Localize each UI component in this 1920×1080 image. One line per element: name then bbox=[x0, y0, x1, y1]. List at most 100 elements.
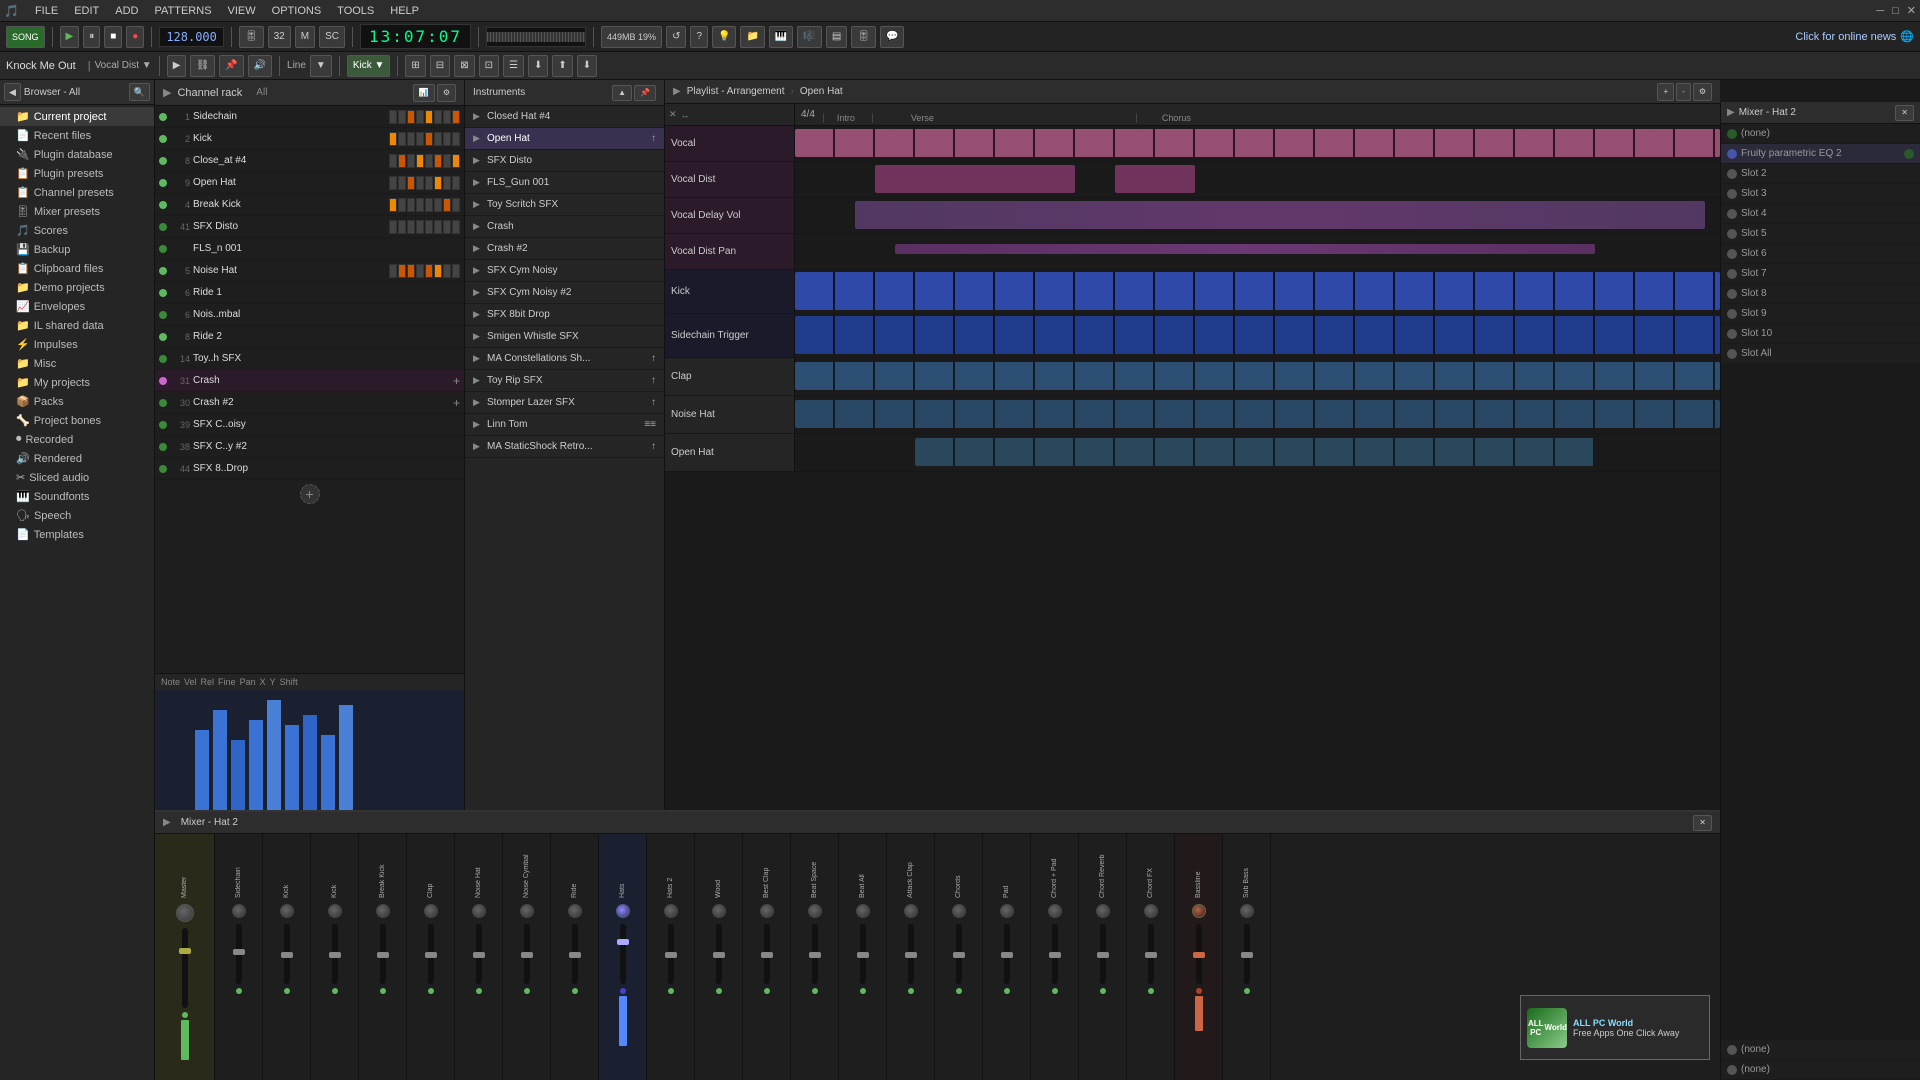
rp-slot-10[interactable]: Slot 10 bbox=[1721, 324, 1920, 344]
tool2-button[interactable]: ⛓ bbox=[190, 55, 215, 77]
hints-button[interactable]: 💡 bbox=[712, 26, 736, 48]
tool1-button[interactable]: ▶ bbox=[167, 55, 187, 77]
mix-channel-sidechain[interactable]: Sidechain bbox=[215, 834, 263, 1080]
rp-slot-eq[interactable]: Fruity parametric EQ 2 bbox=[1721, 144, 1920, 164]
line-dropdown[interactable]: ▼ bbox=[310, 55, 332, 77]
channel-row-17[interactable]: 44 SFX 8..Drop bbox=[155, 458, 464, 480]
channel-row-3[interactable]: 8 Close_at #4 bbox=[155, 150, 464, 172]
track-content-sidechain[interactable] bbox=[795, 314, 1720, 357]
mix-knob-14[interactable] bbox=[856, 904, 870, 918]
minimize-button[interactable]: ─ bbox=[1876, 5, 1884, 17]
mix-channel-wood[interactable]: Wood bbox=[695, 834, 743, 1080]
mix-channel-hats2[interactable]: Hats 2 bbox=[647, 834, 695, 1080]
mix-channel-beat-space[interactable]: Beat Space bbox=[791, 834, 839, 1080]
expand-icon[interactable]: ▶ bbox=[163, 86, 171, 99]
mixer-button[interactable]: 🎚 bbox=[239, 26, 264, 48]
inst-collapse[interactable]: ▲ bbox=[612, 85, 632, 101]
mix-knob-9[interactable] bbox=[616, 904, 630, 918]
inst-item-stomper[interactable]: ▶ Stomper Lazer SFX ↑ bbox=[465, 392, 664, 414]
mix-knob-6[interactable] bbox=[472, 904, 486, 918]
inst-item-closed-hat[interactable]: ▶ Closed Hat #4 bbox=[465, 106, 664, 128]
mix-knob-3[interactable] bbox=[328, 904, 342, 918]
inst-item-ma-const[interactable]: ▶ MA Constellations Sh... ↑ bbox=[465, 348, 664, 370]
tool4-button[interactable]: 🔊 bbox=[248, 55, 272, 77]
mix-knob-2[interactable] bbox=[280, 904, 294, 918]
mix-fader-21[interactable] bbox=[1196, 924, 1202, 984]
channel-row-7[interactable]: FLS_n 001 bbox=[155, 238, 464, 260]
mixer-expand[interactable]: ▶ bbox=[163, 817, 171, 828]
rp-close[interactable]: ✕ bbox=[1895, 105, 1914, 121]
mix-channel-noise-cymbal[interactable]: Noise Cymbal bbox=[503, 834, 551, 1080]
rp-slot-8[interactable]: Slot 8 bbox=[1721, 284, 1920, 304]
mix-knob-1[interactable] bbox=[232, 904, 246, 918]
sidebar-item-recent-files[interactable]: 📄 Recent files bbox=[0, 126, 154, 145]
mix-knob-5[interactable] bbox=[424, 904, 438, 918]
mix-knob-18[interactable] bbox=[1048, 904, 1062, 918]
mix-fader-16[interactable] bbox=[956, 924, 962, 984]
sidebar-item-my-projects[interactable]: 📁 My projects bbox=[0, 373, 154, 392]
inst-item-crash[interactable]: ▶ Crash bbox=[465, 216, 664, 238]
track-content-vocal-dist[interactable] bbox=[795, 162, 1720, 197]
channel-row-1[interactable]: 1 Sidechain bbox=[155, 106, 464, 128]
menu-add[interactable]: ADD bbox=[111, 3, 142, 19]
play-button[interactable]: ▶ bbox=[60, 26, 80, 48]
mix-channel-hats[interactable]: Hats bbox=[599, 834, 647, 1080]
inst-item-sfx-cym[interactable]: ▶ SFX Cym Noisy bbox=[465, 260, 664, 282]
mix-fader-3[interactable] bbox=[332, 924, 338, 984]
sidebar-item-packs[interactable]: 📦 Packs bbox=[0, 392, 154, 411]
mix-fader-13[interactable] bbox=[812, 924, 818, 984]
news-label[interactable]: Click for online news bbox=[1795, 31, 1896, 43]
mix-knob-22[interactable] bbox=[1240, 904, 1254, 918]
rp-slot-9[interactable]: Slot 9 bbox=[1721, 304, 1920, 324]
ch-pads-4[interactable] bbox=[389, 176, 460, 190]
inst-item-sfx-disto[interactable]: ▶ SFX Disto bbox=[465, 150, 664, 172]
inst-item-toy-scritch[interactable]: ▶ Toy Scritch SFX bbox=[465, 194, 664, 216]
sidebar-item-project-bones[interactable]: 🦴 Project bones bbox=[0, 411, 154, 430]
menu-patterns[interactable]: PATTERNS bbox=[150, 3, 215, 19]
grid-btn8[interactable]: ⬇ bbox=[577, 55, 597, 77]
mix-fader-10[interactable] bbox=[668, 924, 674, 984]
sidebar-item-recorded[interactable]: ⏺ Recorded bbox=[0, 430, 154, 449]
channel-row-16[interactable]: 38 SFX C..y #2 bbox=[155, 436, 464, 458]
inst-item-ma-static[interactable]: ▶ MA StaticShock Retro... ↑ bbox=[465, 436, 664, 458]
menu-edit[interactable]: EDIT bbox=[70, 3, 103, 19]
track-content-kick[interactable] bbox=[795, 270, 1720, 313]
mixer-close[interactable]: ✕ bbox=[1693, 815, 1712, 831]
mix-fader-12[interactable] bbox=[764, 924, 770, 984]
channel-row-10[interactable]: 6 Nois..mbal bbox=[155, 304, 464, 326]
menu-file[interactable]: FILE bbox=[31, 3, 62, 19]
mix-knob-15[interactable] bbox=[904, 904, 918, 918]
channel-add-button[interactable]: + bbox=[155, 480, 464, 508]
grid-btn6[interactable]: ⬇ bbox=[528, 55, 548, 77]
mix-channel-chord-pad[interactable]: Chord + Pad bbox=[1031, 834, 1079, 1080]
mix-channel-best-clap[interactable]: Best Clap bbox=[743, 834, 791, 1080]
mix-fader-1[interactable] bbox=[236, 924, 242, 984]
ch-pads-1[interactable] bbox=[389, 110, 460, 124]
pl-expand[interactable]: ▶ bbox=[673, 86, 681, 97]
track-content-clap[interactable] bbox=[795, 358, 1720, 395]
piano-roll-button[interactable]: 🎼 bbox=[797, 26, 821, 48]
channel-row-6[interactable]: 41 SFX Disto bbox=[155, 216, 464, 238]
mix-knob-13[interactable] bbox=[808, 904, 822, 918]
channel-row-5[interactable]: 4 Break Kick bbox=[155, 194, 464, 216]
mix-knob-11[interactable] bbox=[712, 904, 726, 918]
mix-channel-sub-bass[interactable]: Sub Bass bbox=[1223, 834, 1271, 1080]
inst-item-sfx-cym2[interactable]: ▶ SFX Cym Noisy #2 bbox=[465, 282, 664, 304]
menu-view[interactable]: VIEW bbox=[224, 3, 260, 19]
sidebar-item-templates[interactable]: 📄 Templates bbox=[0, 525, 154, 544]
grid-btn3[interactable]: ⊠ bbox=[454, 55, 474, 77]
ch-pads-8[interactable] bbox=[389, 264, 460, 278]
rp-slot-3[interactable]: Slot 3 bbox=[1721, 184, 1920, 204]
mix-knob-8[interactable] bbox=[568, 904, 582, 918]
eq-button[interactable]: 32 bbox=[268, 26, 291, 48]
grid-btn2[interactable]: ⊟ bbox=[430, 55, 450, 77]
channel-row-15[interactable]: 39 SFX C..oisy bbox=[155, 414, 464, 436]
sidebar-item-impulses[interactable]: ⚡ Impulses bbox=[0, 335, 154, 354]
close-button[interactable]: ✕ bbox=[1907, 4, 1916, 17]
rp-slot-none-top[interactable]: (none) bbox=[1721, 124, 1920, 144]
track-content-vocal[interactable] bbox=[795, 126, 1720, 161]
record-button[interactable]: ● bbox=[126, 26, 144, 48]
mix-fader-2[interactable] bbox=[284, 924, 290, 984]
pl-settings[interactable]: ⚙ bbox=[1693, 83, 1712, 101]
channel-row-11[interactable]: 8 Ride 2 bbox=[155, 326, 464, 348]
